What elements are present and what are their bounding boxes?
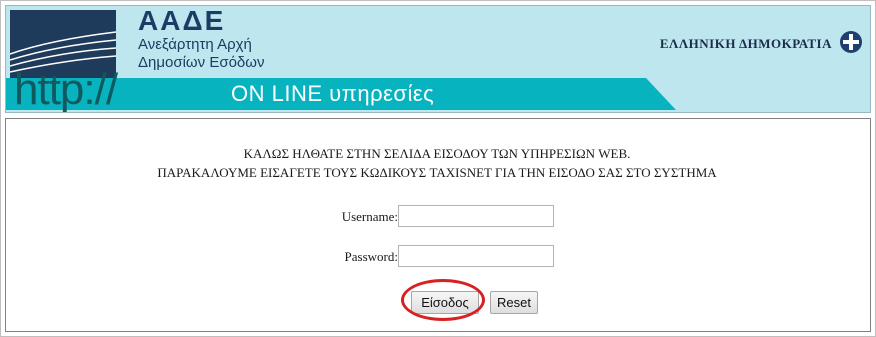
password-input[interactable]	[398, 245, 554, 267]
brand-title: ΑΑΔΕ	[138, 5, 226, 36]
greek-emblem-icon	[840, 31, 862, 53]
brand: ΑΑΔΕ Ανεξάρτητη Αρχή Δημοσίων Εσόδων	[138, 6, 264, 72]
brand-subtitle-line2: Δημοσίων Εσόδων	[138, 54, 265, 71]
login-highlight-circle	[401, 279, 485, 321]
welcome-line-2: ΠΑΡΑΚΑΛΟΥΜΕ ΕΙΣΑΓΕΤΕ ΤΟΥΣ ΚΩΔΙΚΟΥΣ TAXIS…	[157, 165, 717, 180]
online-services-text: ON LINE υπηρεσίες	[231, 81, 435, 106]
brand-subtitle-line1: Ανεξάρτητη Αρχή	[138, 36, 252, 53]
username-input[interactable]	[398, 205, 554, 227]
welcome-line-1: ΚΑΛΩΣ ΗΛΘΑΤΕ ΣΤΗΝ ΣΕΛΙΔΑ ΕΙΣΟΔΟΥ ΤΩΝ ΥΠΗ…	[243, 146, 631, 161]
site-header: ΑΑΔΕ Ανεξάρτητη Αρχή Δημοσίων Εσόδων ΕΛΛ…	[5, 5, 871, 113]
login-panel: ΚΑΛΩΣ ΗΛΘΑΤΕ ΣΤΗΝ ΣΕΛΙΔΑ ΕΙΣΟΔΟΥ ΤΩΝ ΥΠΗ…	[5, 118, 871, 332]
republic-label: ΕΛΛΗΝΙΚΗ ΔΗΜΟΚΡΑΤΙΑ	[659, 36, 832, 51]
username-label: Username:	[341, 209, 398, 224]
page-frame: ΑΑΔΕ Ανεξάρτητη Αρχή Δημοσίων Εσόδων ΕΛΛ…	[0, 0, 876, 337]
reset-button[interactable]: Reset	[490, 291, 538, 314]
welcome-message: ΚΑΛΩΣ ΗΛΘΑΤΕ ΣΤΗΝ ΣΕΛΙΔΑ ΕΙΣΟΔΟΥ ΤΩΝ ΥΠΗ…	[6, 144, 868, 182]
http-banner-text: http://	[14, 65, 118, 113]
password-label: Password:	[344, 249, 398, 264]
